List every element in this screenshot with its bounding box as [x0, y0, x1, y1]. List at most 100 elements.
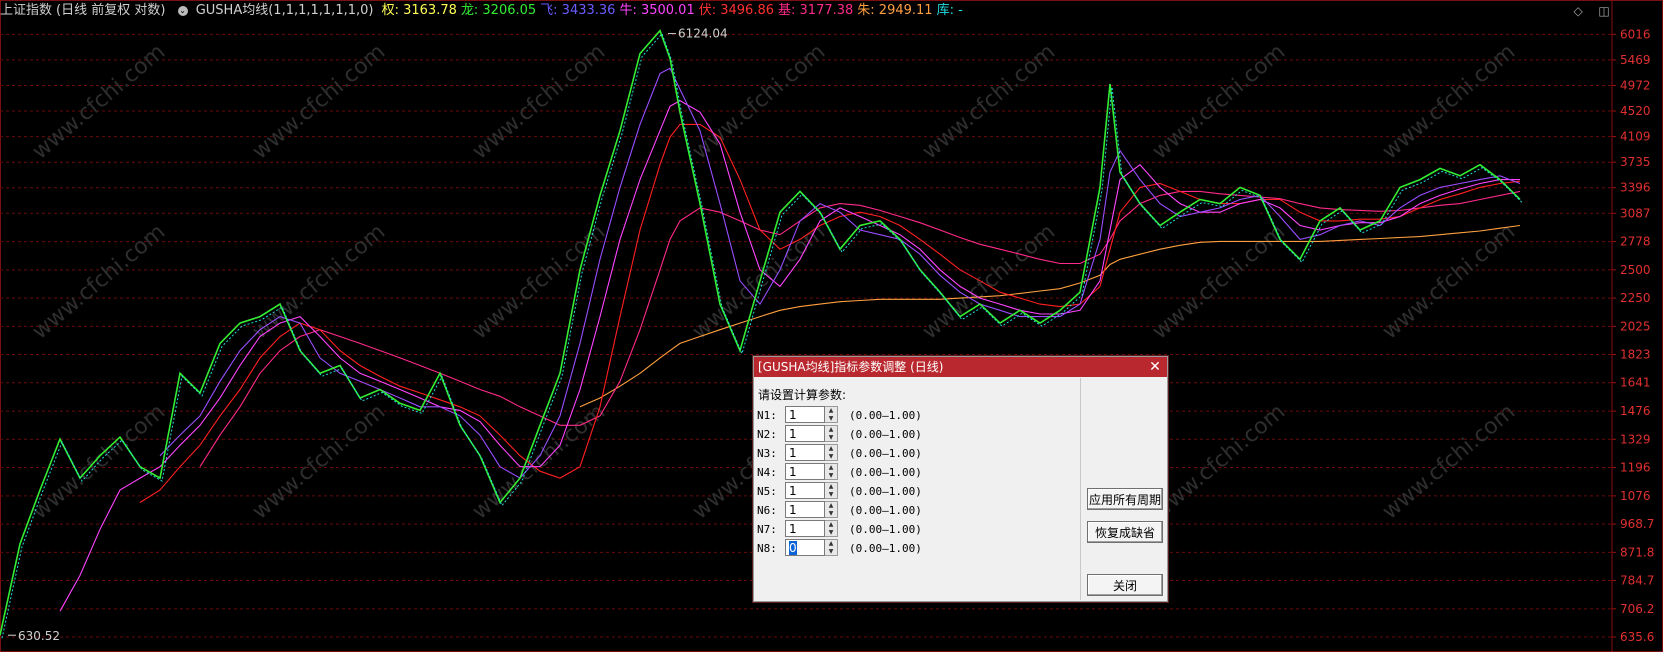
param-label: N3: — [757, 447, 777, 460]
y-tick-label: 1076 — [1620, 489, 1651, 503]
watermark-text: www.cfchi.com — [28, 39, 170, 164]
param-range: (0.00—1.00) — [849, 542, 922, 555]
spin-stepper-icon[interactable]: ▲ ▼ — [825, 463, 838, 480]
index-mode: (日线 前复权 对数) — [56, 3, 166, 18]
param-row-5: N5: 1 ▲ ▼ (0.00—1.00) — [757, 482, 1077, 502]
watermark-text: www.cfchi.com — [1378, 39, 1520, 164]
param-input-n1[interactable]: 1 — [785, 406, 825, 423]
dialog-title-bar[interactable]: [GUSHA均线]指标参数调整 (日线) ✕ — [754, 357, 1167, 377]
restore-default-button[interactable]: 恢复成缺省 — [1087, 521, 1163, 543]
indicator-value-3: 牛: 3500.01 — [619, 3, 695, 18]
y-tick-label: 1476 — [1620, 404, 1651, 418]
watermark-text: www.cfchi.com — [248, 219, 390, 344]
parameter-dialog: [GUSHA均线]指标参数调整 (日线) ✕ 请设置计算参数: N1: 1 ▲ ▼ (0… — [753, 356, 1168, 602]
y-tick-label: 3396 — [1620, 181, 1651, 195]
indicator-name[interactable]: GUSHA均线(1,1,1,1,1,1,1,0) — [196, 3, 374, 18]
param-label: N1: — [757, 409, 777, 422]
index-name: 上证指数 — [0, 3, 53, 18]
parameter-panel: 请设置计算参数: N1: 1 ▲ ▼ (0.00—1.00) N2: 1 ▲ ▼ (0.00—1.… — [754, 378, 1079, 600]
param-row-4: N4: 1 ▲ ▼ (0.00—1.00) — [757, 463, 1077, 483]
param-range: (0.00—1.00) — [849, 466, 922, 479]
y-tick-label: 3735 — [1620, 155, 1651, 169]
spin-stepper-icon[interactable]: ▲ ▼ — [825, 444, 838, 461]
y-tick-label: 1823 — [1620, 348, 1651, 362]
param-input-n8[interactable]: 0 — [785, 539, 825, 556]
param-label: N2: — [757, 428, 777, 441]
y-tick-label: 2778 — [1620, 235, 1651, 249]
watermark-text: www.cfchi.com — [468, 39, 610, 164]
panel-toggle-icon[interactable]: ◫ — [1597, 4, 1611, 18]
spin-stepper-icon[interactable]: ▲ ▼ — [825, 482, 838, 499]
window-controls: ◇ ◫ — [1563, 4, 1611, 18]
watermark-text: www.cfchi.com — [468, 399, 610, 524]
indicator-value-4: 伏: 3496.86 — [698, 3, 775, 18]
param-range: (0.00—1.00) — [849, 447, 922, 460]
close-icon[interactable]: ✕ — [1148, 357, 1162, 377]
param-label: N5: — [757, 485, 777, 498]
indicator-toggle-icon[interactable]: ⌄ — [177, 5, 188, 16]
indicator-value-6: 朱: 2949.11 — [857, 3, 933, 18]
param-range: (0.00—1.00) — [849, 504, 922, 517]
param-label: N6: — [757, 504, 777, 517]
spin-stepper-icon[interactable]: ▲ ▼ — [825, 501, 838, 518]
indicator-value-1: 龙: 3206.05 — [460, 3, 537, 18]
watermark-text: www.cfchi.com — [1148, 399, 1290, 524]
spin-stepper-icon[interactable]: ▲ ▼ — [825, 539, 838, 556]
price-annotation: 6124.04 — [678, 27, 728, 41]
indicator-value-5: 基: 3177.38 — [778, 3, 854, 18]
y-tick-label: 784.7 — [1620, 574, 1654, 588]
dialog-button-panel: 应用所有周期 恢复成缺省 关闭 — [1080, 378, 1167, 600]
param-range: (0.00—1.00) — [849, 428, 922, 441]
price-annotation: 630.52 — [18, 629, 60, 643]
watermark-text: www.cfchi.com — [28, 399, 170, 524]
y-tick-label: 871.8 — [1620, 545, 1654, 559]
param-row-1: N1: 1 ▲ ▼ (0.00—1.00) — [757, 406, 1077, 426]
watermark-text: www.cfchi.com — [1148, 219, 1290, 344]
y-tick-label: 2250 — [1620, 291, 1651, 305]
param-label: N7: — [757, 523, 777, 536]
watermark-text: www.cfchi.com — [248, 399, 390, 524]
param-range: (0.00—1.00) — [849, 409, 922, 422]
watermark-text: www.cfchi.com — [918, 219, 1060, 344]
y-tick-label: 2500 — [1620, 263, 1651, 277]
param-input-n2[interactable]: 1 — [785, 425, 825, 442]
param-range: (0.00—1.00) — [849, 485, 922, 498]
y-tick-label: 4109 — [1620, 130, 1651, 144]
close-button[interactable]: 关闭 — [1087, 574, 1163, 596]
chart-header: 上证指数 (日线 前复权 对数) ⌄ GUSHA均线(1,1,1,1,1,1,1,… — [0, 0, 1663, 22]
dialog-title: [GUSHA均线]指标参数调整 (日线) — [758, 360, 944, 374]
indicator-value-0: 权: 3163.78 — [381, 3, 457, 18]
param-input-n4[interactable]: 1 — [785, 463, 825, 480]
watermark-text: www.cfchi.com — [28, 219, 170, 344]
y-tick-label: 4520 — [1620, 104, 1651, 118]
y-tick-label: 6016 — [1620, 27, 1651, 41]
indicator-value-7: 库: - — [936, 3, 963, 18]
param-label: N8: — [757, 542, 777, 555]
param-input-n6[interactable]: 1 — [785, 501, 825, 518]
spin-stepper-icon[interactable]: ▲ ▼ — [825, 425, 838, 442]
param-row-6: N6: 1 ▲ ▼ (0.00—1.00) — [757, 501, 1077, 521]
spin-stepper-icon[interactable]: ▲ ▼ — [825, 406, 838, 423]
spin-stepper-icon[interactable]: ▲ ▼ — [825, 520, 838, 537]
indicator-value-2: 飞: 3433.36 — [540, 3, 616, 18]
y-tick-label: 706.2 — [1620, 602, 1654, 616]
param-row-2: N2: 1 ▲ ▼ (0.00—1.00) — [757, 425, 1077, 445]
watermark-text: www.cfchi.com — [688, 39, 830, 164]
param-row-3: N3: 1 ▲ ▼ (0.00—1.00) — [757, 444, 1077, 464]
param-label: N4: — [757, 466, 777, 479]
param-row-7: N7: 1 ▲ ▼ (0.00—1.00) — [757, 520, 1077, 540]
indicator-values: 权: 3163.78 龙: 3206.05 飞: 3433.36 牛: 3500.01… — [382, 3, 967, 18]
y-tick-label: 2025 — [1620, 319, 1651, 333]
y-tick-label: 1196 — [1620, 461, 1651, 475]
param-input-n3[interactable]: 1 — [785, 444, 825, 461]
y-tick-label: 635.6 — [1620, 630, 1654, 644]
y-tick-label: 4972 — [1620, 78, 1651, 92]
watermark-text: www.cfchi.com — [918, 39, 1060, 164]
param-input-n5[interactable]: 1 — [785, 482, 825, 499]
y-tick-label: 5469 — [1620, 53, 1651, 67]
param-input-n7[interactable]: 1 — [785, 520, 825, 537]
dialog-prompt: 请设置计算参数: — [758, 388, 847, 402]
diamond-icon[interactable]: ◇ — [1571, 4, 1585, 18]
param-row-8: N8: 0 ▲ ▼ (0.00—1.00) — [757, 539, 1077, 559]
apply-all-periods-button[interactable]: 应用所有周期 — [1087, 488, 1163, 510]
